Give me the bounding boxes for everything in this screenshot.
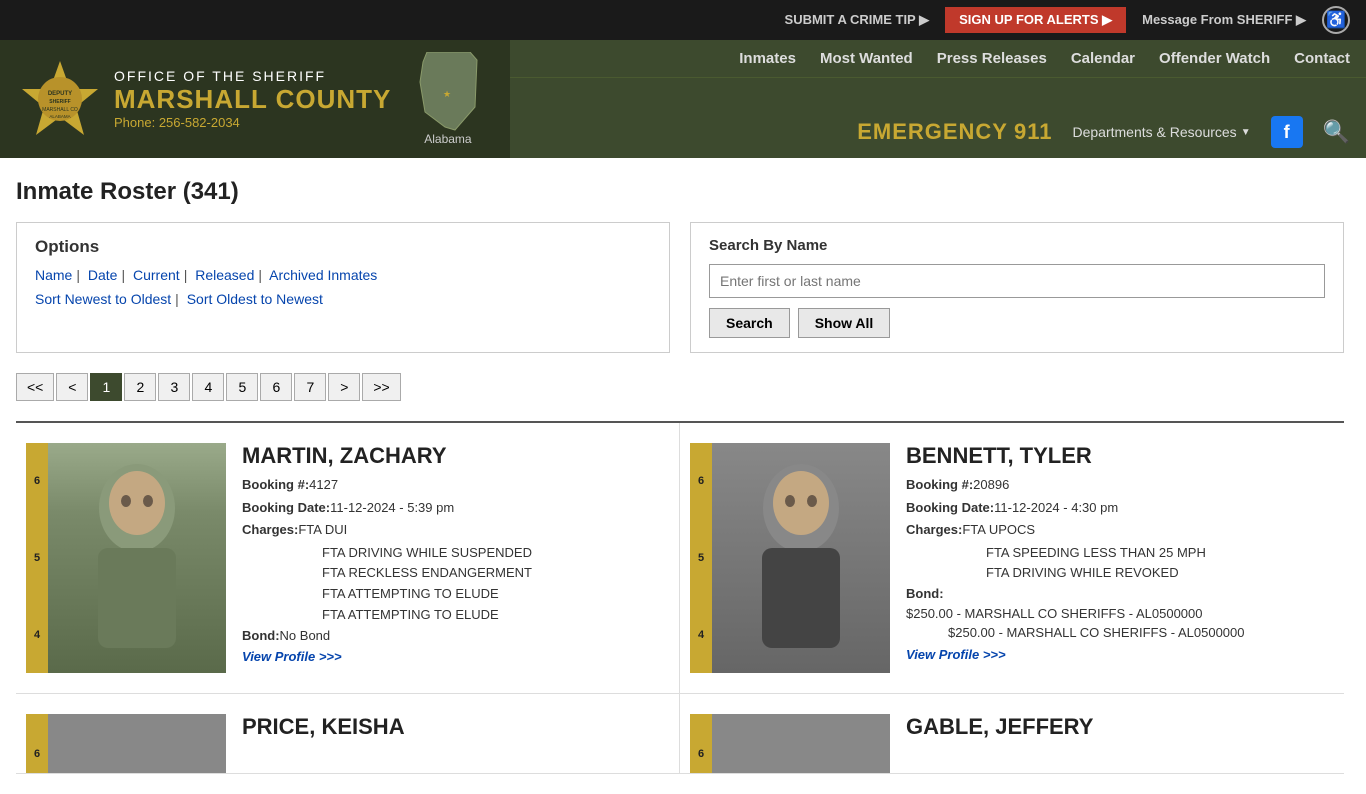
svg-text:★: ★ (443, 89, 451, 99)
nav-inmates[interactable]: Inmates (739, 50, 796, 67)
pagination: << < 1 2 3 4 5 6 7 > >> (16, 373, 1344, 401)
state-map: ★ Alabama (405, 52, 490, 146)
inmate-booking-num-2: Booking #:20896 (906, 475, 1334, 495)
inmate-charges-list: FTA DRIVING WHILE SUSPENDED FTA RECKLESS… (322, 543, 669, 626)
sort-links: Sort Newest to Oldest| Sort Oldest to Ne… (35, 291, 651, 307)
emergency-text: EMERGENCY 911 (857, 119, 1052, 145)
pagination-first[interactable]: << (16, 373, 54, 401)
nav-calendar[interactable]: Calendar (1071, 50, 1135, 67)
facebook-icon[interactable]: f (1271, 116, 1303, 148)
sort-oldest[interactable]: Sort Oldest to Newest (187, 291, 323, 307)
inmate-photo-1: 654 (26, 443, 226, 673)
svg-text:DEPUTY: DEPUTY (48, 91, 72, 97)
inmate-card: 654 BENNETT, TYLER Booking #:20896 (680, 423, 1344, 694)
pagination-page-4[interactable]: 4 (192, 373, 224, 401)
filter-date[interactable]: Date (88, 267, 118, 283)
inmate-info-3: PRICE, KEISHA (242, 714, 669, 753)
accessibility-icon[interactable]: ♿ (1322, 6, 1350, 34)
search-box: Search By Name Search Show All (690, 222, 1344, 353)
alerts-button[interactable]: SIGN UP FOR ALERTS ▶ (945, 7, 1126, 33)
nav-offender-watch[interactable]: Offender Watch (1159, 50, 1270, 67)
state-label: Alabama (424, 132, 471, 146)
departments-resources-menu[interactable]: Departments & Resources (1073, 124, 1251, 140)
inmate-charges: Charges:FTA DUI (242, 520, 669, 540)
view-profile-link-1[interactable]: View Profile >>> (242, 649, 342, 664)
inmate-name-3: PRICE, KEISHA (242, 714, 669, 740)
crime-tip-link[interactable]: SUBMIT A CRIME TIP ▶ (785, 12, 930, 28)
search-button[interactable]: Search (709, 308, 790, 338)
inmate-info-4: GABLE, JEFFERY (906, 714, 1334, 753)
options-box: Options Name| Date| Current| Released| A… (16, 222, 670, 353)
inmate-charges-2: Charges:FTA UPOCS (906, 520, 1334, 540)
pagination-page-1[interactable]: 1 (90, 373, 122, 401)
header-nav: Inmates Most Wanted Press Releases Calen… (510, 40, 1366, 158)
inmate-card-3: 6 PRICE, KEISHA (16, 694, 680, 774)
svg-text:MARSHALL CO: MARSHALL CO (42, 107, 78, 113)
inmate-card-4: 6 GABLE, JEFFERY (680, 694, 1344, 774)
inmate-bond-2: Bond: $250.00 - MARSHALL CO SHERIFFS - A… (906, 584, 1334, 643)
main-content: Inmate Roster (341) Options Name| Date| … (0, 158, 1360, 794)
inmate-booking-date-2: Booking Date:11-12-2024 - 4:30 pm (906, 498, 1334, 518)
nav-secondary: EMERGENCY 911 Departments & Resources f … (510, 106, 1366, 158)
svg-text:SHERIFF: SHERIFF (49, 99, 70, 105)
nav-press-releases[interactable]: Press Releases (937, 50, 1047, 67)
search-by-name-label: Search By Name (709, 237, 1325, 254)
inmates-grid: 654 MARTIN, ZACHARY (16, 423, 1344, 774)
pagination-page-3[interactable]: 3 (158, 373, 190, 401)
pagination-page-5[interactable]: 5 (226, 373, 258, 401)
office-line1: OFFICE OF THE SHERIFF (114, 68, 391, 84)
pagination-last[interactable]: >> (362, 373, 400, 401)
header-branding: DEPUTY SHERIFF MARSHALL CO ALABAMA OFFIC… (0, 40, 510, 158)
inmate-booking-num: Booking #:4127 (242, 475, 669, 495)
header-text: OFFICE OF THE SHERIFF MARSHALL COUNTY Ph… (114, 68, 391, 130)
page-title: Inmate Roster (341) (16, 178, 1344, 206)
pagination-page-6[interactable]: 6 (260, 373, 292, 401)
person-photo (48, 443, 226, 673)
inmate-name-4: GABLE, JEFFERY (906, 714, 1334, 740)
inmate-photo-4: 6 (690, 714, 890, 774)
filter-links: Name| Date| Current| Released| Archived … (35, 267, 651, 283)
site-header: DEPUTY SHERIFF MARSHALL CO ALABAMA OFFIC… (0, 40, 1366, 158)
nav-contact[interactable]: Contact (1294, 50, 1350, 67)
pagination-prev[interactable]: < (56, 373, 88, 401)
options-title: Options (35, 237, 651, 257)
inmate-info-2: BENNETT, TYLER Booking #:20896 Booking D… (906, 443, 1334, 673)
inmate-name: MARTIN, ZACHARY (242, 443, 669, 469)
inmate-photo-3: 6 (26, 714, 226, 774)
svg-text:ALABAMA: ALABAMA (49, 114, 70, 119)
sort-newest[interactable]: Sort Newest to Oldest (35, 291, 171, 307)
search-input[interactable] (709, 264, 1325, 298)
filter-archived[interactable]: Archived Inmates (269, 267, 377, 283)
office-line2: MARSHALL COUNTY (114, 84, 391, 115)
show-all-button[interactable]: Show All (798, 308, 891, 338)
pagination-next[interactable]: > (328, 373, 360, 401)
pagination-page-2[interactable]: 2 (124, 373, 156, 401)
message-sheriff-link[interactable]: Message From SHERIFF ▶ (1142, 12, 1306, 28)
pagination-page-7[interactable]: 7 (294, 373, 326, 401)
nav-most-wanted[interactable]: Most Wanted (820, 50, 913, 67)
inmate-bond: Bond:No Bond (242, 626, 669, 646)
inmate-name-2: BENNETT, TYLER (906, 443, 1334, 469)
main-nav: Inmates Most Wanted Press Releases Calen… (510, 40, 1366, 78)
inmate-booking-date: Booking Date:11-12-2024 - 5:39 pm (242, 498, 669, 518)
inmate-charges-list-2: FTA SPEEDING LESS THAN 25 MPH FTA DRIVIN… (986, 543, 1334, 585)
top-bar: SUBMIT A CRIME TIP ▶ SIGN UP FOR ALERTS … (0, 0, 1366, 40)
options-search-row: Options Name| Date| Current| Released| A… (16, 222, 1344, 353)
person-photo-2 (712, 443, 890, 673)
inmate-info: MARTIN, ZACHARY Booking #:4127 Booking D… (242, 443, 669, 673)
filter-current[interactable]: Current (133, 267, 180, 283)
search-btn-row: Search Show All (709, 308, 1325, 338)
search-icon[interactable]: 🔍 (1323, 119, 1350, 145)
view-profile-link-2[interactable]: View Profile >>> (906, 647, 1006, 662)
sheriff-badge: DEPUTY SHERIFF MARSHALL CO ALABAMA (20, 59, 100, 139)
phone: Phone: 256-582-2034 (114, 115, 391, 130)
ruler-left: 654 (26, 443, 48, 673)
filter-name[interactable]: Name (35, 267, 72, 283)
filter-released[interactable]: Released (195, 267, 254, 283)
ruler-left-2: 654 (690, 443, 712, 673)
inmate-photo-2: 654 (690, 443, 890, 673)
inmate-card: 654 MARTIN, ZACHARY (16, 423, 680, 694)
